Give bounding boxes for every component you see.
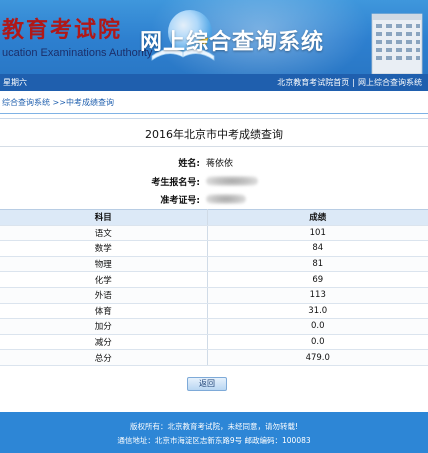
logo-english-text: ucation Examinations Authority bbox=[2, 47, 153, 59]
nav-link-home[interactable]: 北京教育考试院首页 bbox=[277, 78, 349, 87]
result-title: 2016年北京市中考成绩查询 bbox=[145, 128, 283, 141]
subject-cell: 加分 bbox=[0, 318, 208, 335]
score-cell: 81 bbox=[207, 256, 428, 273]
column-header-score: 成绩 bbox=[207, 209, 428, 226]
footer-address: 通信地址：北京市海淀区志新东路9号 邮政编码：100083 bbox=[117, 436, 311, 445]
score-cell: 69 bbox=[207, 271, 428, 288]
score-cell: 113 bbox=[207, 287, 428, 304]
table-row: 加分 0.0 bbox=[0, 318, 428, 335]
subject-cell: 化学 bbox=[0, 271, 208, 288]
breadcrumb[interactable]: 综合查询系统 >>中考成绩查询 bbox=[0, 96, 428, 110]
site-header: 教育考试院 ucation Examinations Authority 网上综… bbox=[0, 0, 428, 74]
ticket-label: 准考证号: bbox=[160, 196, 200, 206]
exam-no-row: 考生报名号: bbox=[0, 175, 428, 188]
score-cell: 31.0 bbox=[207, 303, 428, 320]
building-icon bbox=[371, 13, 423, 74]
column-header-subject: 科目 bbox=[0, 209, 208, 226]
ticket-row: 准考证号: bbox=[0, 193, 428, 206]
subject-cell: 减分 bbox=[0, 334, 208, 351]
name-value: 蒋依依 bbox=[206, 159, 234, 169]
table-row: 体育 31.0 bbox=[0, 303, 428, 320]
table-row: 化学 69 bbox=[0, 271, 428, 288]
ticket-redacted bbox=[206, 194, 246, 204]
table-row: 数学 84 bbox=[0, 240, 428, 257]
site-footer: 版权所有：北京教育考试院，未经同意，请勿转载! 通信地址：北京市海淀区志新东路9… bbox=[0, 412, 428, 453]
subject-cell: 体育 bbox=[0, 303, 208, 320]
table-row: 语文 101 bbox=[0, 225, 428, 242]
subject-cell: 数学 bbox=[0, 240, 208, 257]
weekday-text: 星期六 bbox=[3, 78, 27, 87]
subject-cell: 外语 bbox=[0, 287, 208, 304]
table-row: 物理 81 bbox=[0, 256, 428, 273]
footer-copyright: 版权所有：北京教育考试院，未经同意，请勿转载! bbox=[129, 422, 298, 431]
exam-no-redacted bbox=[206, 176, 258, 186]
subject-cell: 语文 bbox=[0, 225, 208, 242]
name-label: 姓名: bbox=[178, 159, 200, 169]
breadcrumb-divider bbox=[0, 113, 428, 114]
subject-cell: 总分 bbox=[0, 349, 208, 366]
score-table: 科目 成绩 语文 101 数学 84 物理 81 化学 69 外语 113 体育 31.0 … bbox=[0, 209, 428, 366]
nav-link-query-system[interactable]: 网上综合查询系统 bbox=[358, 78, 422, 87]
table-row: 总分 479.0 bbox=[0, 349, 428, 366]
name-row: 姓名: 蒋依依 bbox=[0, 156, 428, 169]
score-cell: 84 bbox=[207, 240, 428, 257]
score-cell: 479.0 bbox=[207, 349, 428, 366]
top-nav-bar: 星期六 北京教育考试院首页 | 网上综合查询系统 bbox=[0, 74, 428, 91]
table-row: 外语 113 bbox=[0, 287, 428, 304]
score-cell: 0.0 bbox=[207, 318, 428, 335]
subject-cell: 物理 bbox=[0, 256, 208, 273]
score-cell: 101 bbox=[207, 225, 428, 242]
score-cell: 0.0 bbox=[207, 334, 428, 351]
table-header-row: 科目 成绩 bbox=[0, 209, 428, 226]
logo-chinese-text: 教育考试院 bbox=[2, 17, 123, 43]
table-row: 减分 0.0 bbox=[0, 334, 428, 351]
nav-separator: | bbox=[352, 78, 355, 87]
nav-links: 北京教育考试院首页 | 网上综合查询系统 bbox=[277, 74, 422, 91]
site-title: 网上综合查询系统 bbox=[140, 30, 325, 55]
exam-no-label: 考生报名号: bbox=[151, 178, 200, 188]
back-button[interactable]: 返回 bbox=[187, 377, 227, 391]
title-divider bbox=[0, 146, 428, 147]
